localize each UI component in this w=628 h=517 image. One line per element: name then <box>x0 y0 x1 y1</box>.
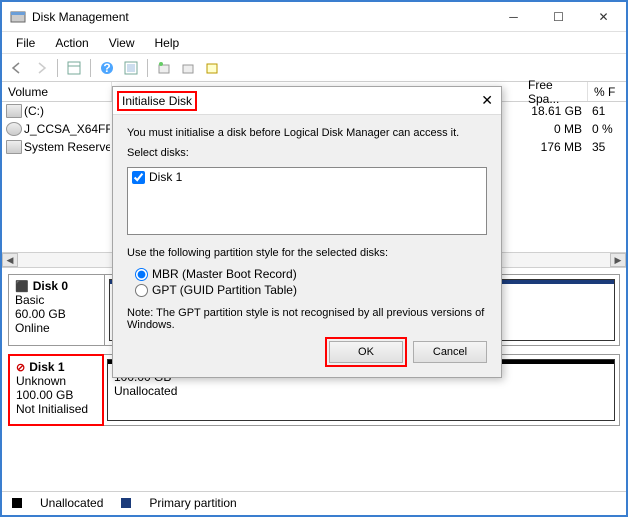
window-titlebar: Disk Management ─ ☐ ✕ <box>2 2 626 32</box>
partition-style-label: Use the following partition style for th… <box>127 247 487 259</box>
mbr-radio-item[interactable]: MBR (Master Boot Record) <box>135 267 487 281</box>
disk-error-icon: ⊘ <box>16 361 25 374</box>
app-icon <box>10 9 26 25</box>
window-title: Disk Management <box>32 10 491 24</box>
svg-text:?: ? <box>103 61 110 75</box>
back-button[interactable] <box>6 57 28 79</box>
toolbar-icon[interactable] <box>177 57 199 79</box>
toolbar-icon[interactable] <box>120 57 142 79</box>
column-volume[interactable]: Volume <box>2 82 112 101</box>
forward-button[interactable] <box>30 57 52 79</box>
toolbar-icon[interactable] <box>201 57 223 79</box>
dialog-message: You must initialise a disk before Logica… <box>127 127 487 139</box>
gpt-note: Note: The GPT partition style is not rec… <box>127 307 487 331</box>
menu-action[interactable]: Action <box>45 34 98 52</box>
dialog-titlebar: Initialise Disk ✕ <box>113 87 501 115</box>
disk1-checkbox[interactable] <box>132 171 145 184</box>
dialog-close-button[interactable]: ✕ <box>481 92 493 109</box>
close-button[interactable]: ✕ <box>581 2 626 32</box>
disk-label: ⊘Disk 1 Unknown 100.00 GB Not Initialise… <box>8 354 104 426</box>
disc-icon <box>6 122 22 136</box>
cancel-button[interactable]: Cancel <box>413 341 487 363</box>
disk-icon: ⬛ <box>15 280 29 293</box>
column-percent-free[interactable]: % F <box>588 82 626 101</box>
toolbar-icon[interactable] <box>63 57 85 79</box>
menu-file[interactable]: File <box>6 34 45 52</box>
minimize-button[interactable]: ─ <box>491 2 536 32</box>
column-free-space[interactable]: Free Spa... <box>522 82 588 101</box>
legend: Unallocated Primary partition <box>2 491 626 513</box>
window-controls: ─ ☐ ✕ <box>491 2 626 32</box>
maximize-button[interactable]: ☐ <box>536 2 581 32</box>
mbr-radio[interactable] <box>135 268 148 281</box>
swatch-primary <box>121 498 131 508</box>
select-disks-label: Select disks: <box>127 147 487 159</box>
disk-list: Disk 1 <box>127 167 487 235</box>
drive-icon <box>6 140 22 154</box>
initialise-disk-dialog: Initialise Disk ✕ You must initialise a … <box>112 86 502 378</box>
gpt-radio-item[interactable]: GPT (GUID Partition Table) <box>135 283 487 297</box>
dialog-title: Initialise Disk <box>117 91 197 111</box>
ok-button[interactable]: OK <box>329 341 403 363</box>
drive-icon <box>6 104 22 118</box>
help-icon[interactable]: ? <box>96 57 118 79</box>
menu-help[interactable]: Help <box>145 34 190 52</box>
menu-view[interactable]: View <box>99 34 145 52</box>
disk-label: ⬛Disk 0 Basic 60.00 GB Online <box>9 275 105 345</box>
gpt-radio[interactable] <box>135 284 148 297</box>
toolbar-icon[interactable] <box>153 57 175 79</box>
menu-bar: File Action View Help <box>2 32 626 54</box>
swatch-unallocated <box>12 498 22 508</box>
disk-checkbox-item[interactable]: Disk 1 <box>132 170 482 184</box>
